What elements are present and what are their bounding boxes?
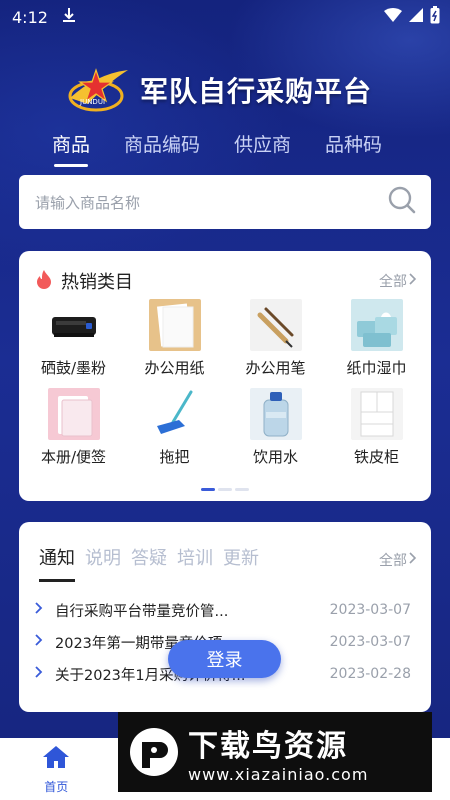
notebook-icon — [47, 388, 100, 440]
army-logo-icon: JUNDUI — [68, 68, 128, 112]
more-label: 全部 — [379, 553, 407, 569]
tab-supplier[interactable]: 供应商 — [234, 130, 291, 167]
category-item[interactable]: 本册/便签 — [23, 388, 124, 467]
chevron-right-icon — [35, 634, 55, 650]
nav-home[interactable]: 首页 — [0, 738, 113, 800]
download-icon — [62, 7, 76, 27]
tab-qa[interactable]: 答疑 — [131, 544, 167, 578]
toner-cartridge-icon — [51, 317, 96, 337]
wifi-icon — [384, 7, 402, 27]
hot-categories-card: 热销类目 全部 硒鼓/墨粉 办公用纸 办公用笔 纸巾湿巾 本册/便签 拖把 饮用… — [19, 251, 431, 501]
category-label: 本册/便签 — [40, 448, 107, 466]
tab-explanation[interactable]: 说明 — [85, 544, 121, 578]
water-bottle-icon — [249, 388, 302, 440]
chevron-right-icon — [409, 552, 417, 568]
category-item[interactable]: 纸巾湿巾 — [326, 299, 427, 378]
more-label: 全部 — [379, 274, 407, 290]
category-label: 办公用笔 — [245, 359, 306, 377]
category-item[interactable]: 办公用纸 — [124, 299, 225, 378]
tab-update[interactable]: 更新 — [223, 544, 259, 578]
watermark-url: www.xiazainiao.com — [188, 764, 369, 784]
battery-icon — [430, 6, 440, 28]
tab-goods-code[interactable]: 商品编码 — [124, 130, 200, 167]
signal-icon — [408, 7, 424, 27]
hot-categories-title: 热销类目 — [61, 272, 133, 293]
login-button[interactable]: 登录 — [168, 640, 281, 678]
notices-card: 通知 说明 答疑 培训 更新 全部 自行采购平台带量竞价管... 2023-03… — [19, 522, 431, 712]
tissue-icon — [350, 299, 403, 351]
status-time: 4:12 — [12, 7, 48, 27]
category-item[interactable]: 饮用水 — [225, 388, 326, 467]
carousel-pagination — [19, 488, 431, 491]
notices-more-link[interactable]: 全部 — [379, 550, 417, 570]
notice-date: 2023-03-07 — [329, 602, 411, 618]
cabinet-icon — [350, 388, 403, 440]
category-item[interactable]: 办公用笔 — [225, 299, 326, 378]
notice-tabs: 通知 说明 答疑 培训 更新 — [19, 522, 431, 582]
home-icon — [41, 744, 71, 774]
page-dot[interactable] — [235, 488, 249, 491]
chevron-right-icon — [409, 273, 417, 289]
page-dot[interactable] — [218, 488, 232, 491]
category-label: 拖把 — [159, 448, 190, 466]
office-paper-icon — [148, 299, 201, 351]
bird-logo-icon — [130, 728, 178, 776]
search-icon[interactable] — [387, 185, 417, 219]
page-dot-active[interactable] — [201, 488, 215, 491]
search-type-tabs: 商品 商品编码 供应商 品种码 — [52, 130, 382, 167]
tab-notice[interactable]: 通知 — [39, 544, 75, 582]
brand-header: JUNDUI 军队自行采购平台 — [66, 62, 372, 118]
category-label: 饮用水 — [252, 448, 298, 466]
watermark-title: 下载鸟资源 — [188, 728, 348, 764]
chevron-right-icon — [35, 602, 55, 618]
status-bar: 4:12 — [0, 0, 450, 34]
search-placeholder: 请输入商品名称 — [35, 193, 141, 212]
category-item[interactable]: 硒鼓/墨粉 — [23, 299, 124, 378]
fire-icon — [35, 269, 53, 294]
category-label: 铁皮柜 — [353, 448, 399, 466]
hot-categories-more-link[interactable]: 全部 — [379, 271, 417, 291]
notice-title: 自行采购平台带量竞价管... — [55, 603, 229, 620]
tab-goods[interactable]: 商品 — [52, 130, 90, 167]
search-input[interactable]: 请输入商品名称 — [19, 175, 431, 229]
category-item[interactable]: 拖把 — [124, 388, 225, 467]
pen-icon — [249, 299, 302, 351]
category-item[interactable]: 铁皮柜 — [326, 388, 427, 467]
mop-icon — [148, 388, 201, 440]
tab-training[interactable]: 培训 — [177, 544, 213, 578]
notice-date: 2023-03-07 — [329, 634, 411, 650]
category-label: 硒鼓/墨粉 — [40, 359, 107, 377]
category-label: 纸巾湿巾 — [346, 359, 407, 377]
notice-item[interactable]: 自行采购平台带量竞价管... 2023-03-07 — [35, 594, 411, 626]
nav-home-label: 首页 — [44, 779, 69, 794]
notice-date: 2023-02-28 — [329, 666, 411, 682]
brand-title: 军队自行采购平台 — [140, 75, 373, 108]
watermark-banner: 下载鸟资源 www.xiazainiao.com — [118, 712, 432, 792]
chevron-right-icon — [35, 666, 55, 682]
logo-text: JUNDUI — [79, 98, 105, 106]
tab-variety-code[interactable]: 品种码 — [325, 130, 382, 167]
category-label: 办公用纸 — [144, 359, 205, 377]
